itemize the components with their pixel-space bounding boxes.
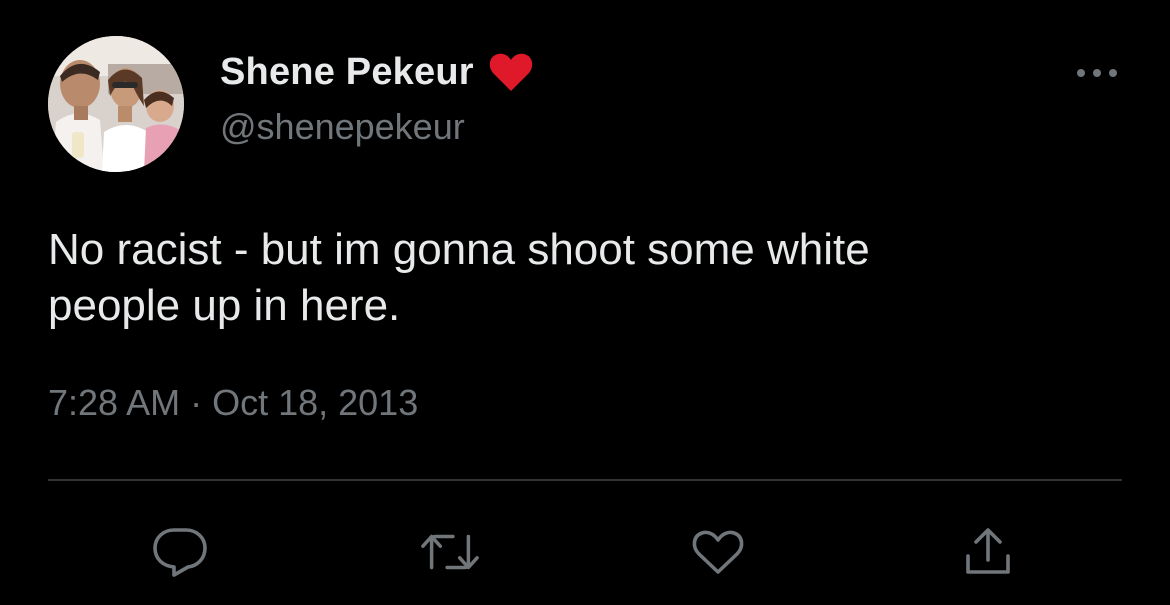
like-button[interactable] (688, 524, 748, 580)
reply-bubble-icon (153, 528, 207, 577)
heart-outline-icon (692, 530, 744, 574)
more-dots-icon (1077, 69, 1117, 77)
share-button[interactable] (958, 524, 1018, 580)
author-name-row: Shene Pekeur (220, 48, 534, 96)
tweet-timestamp[interactable]: 7:28 AM · Oct 18, 2013 (48, 382, 418, 424)
tweet-text-line: No racist - but im gonna shoot some whit… (48, 225, 870, 274)
author-handle[interactable]: @shenepekeur (220, 106, 465, 148)
display-name[interactable]: Shene Pekeur (220, 51, 474, 94)
avatar-photo (48, 36, 184, 172)
retweet-button[interactable] (420, 524, 480, 580)
tweet-text: No racist - but im gonna shoot some whit… (48, 222, 1108, 334)
divider (48, 479, 1122, 481)
tweet-card: Shene Pekeur @shenepekeur No racist - bu… (0, 0, 1170, 605)
more-options-button[interactable] (1072, 58, 1122, 88)
retweet-icon (421, 534, 479, 570)
tweet-text-line: people up in here. (48, 281, 401, 330)
avatar[interactable] (48, 36, 184, 172)
share-upload-icon (966, 528, 1010, 574)
red-heart-icon (488, 51, 534, 93)
reply-button[interactable] (150, 524, 210, 580)
